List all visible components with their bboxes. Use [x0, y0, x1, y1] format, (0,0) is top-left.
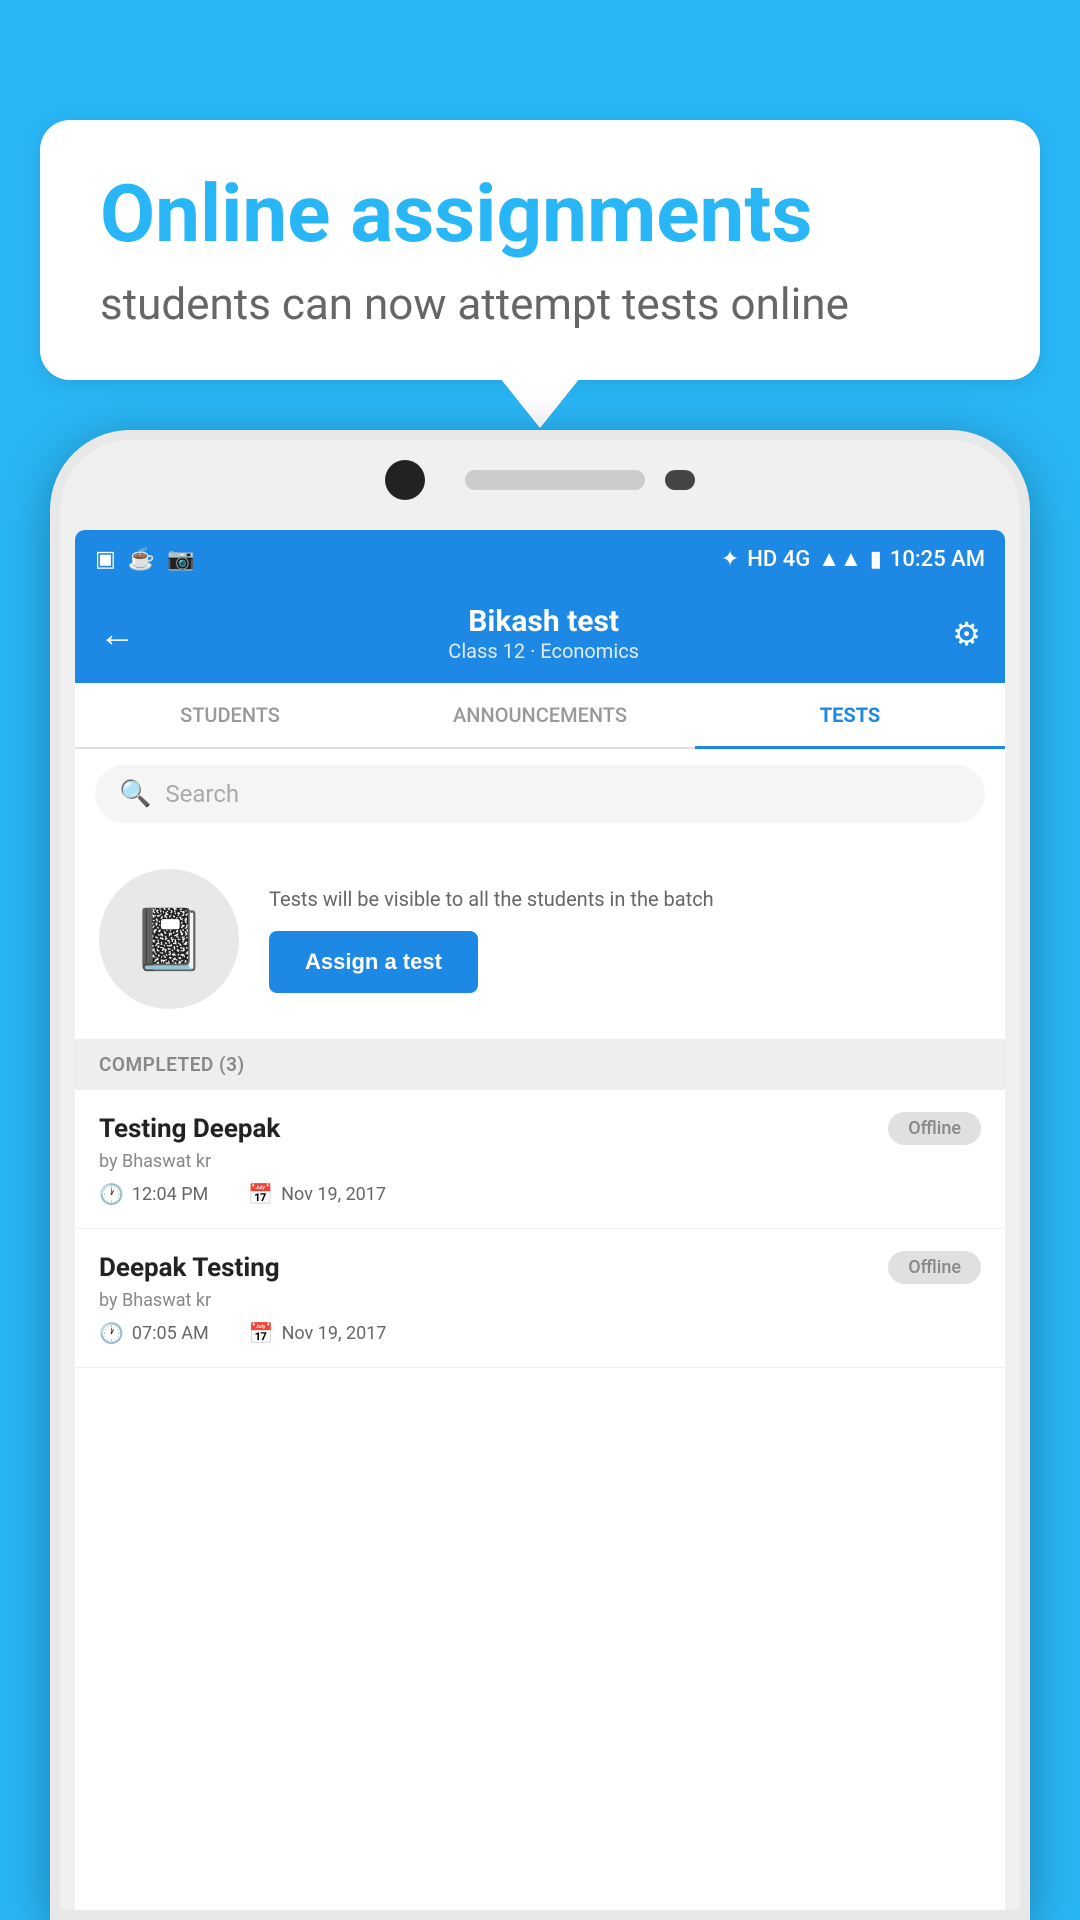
calendar-icon: 📅 — [248, 1182, 273, 1206]
whatsapp-icon: ☕ — [128, 547, 155, 572]
tab-tests[interactable]: TESTS — [695, 683, 1005, 747]
test-author: by Bhaswat kr — [99, 1151, 981, 1172]
assign-test-button[interactable]: Assign a test — [269, 931, 478, 993]
screen: ▣ ☕ 📷 ✦ HD 4G ▲▲ ▮ 10:25 AM ← Bikash tes… — [75, 530, 1005, 1910]
tab-students[interactable]: STUDENTS — [75, 683, 385, 747]
completed-section-header: COMPLETED (3) — [75, 1039, 1005, 1090]
test-item-top: Testing Deepak Offline — [99, 1112, 981, 1145]
signal-icon: ▲▲ — [818, 546, 862, 572]
app1-icon: ▣ — [95, 547, 116, 572]
test-name: Deepak Testing — [99, 1253, 280, 1283]
test-date: 📅 Nov 19, 2017 — [248, 1182, 386, 1206]
status-right: ✦ HD 4G ▲▲ ▮ 10:25 AM — [721, 546, 985, 572]
bubble-subtitle: students can now attempt tests online — [100, 278, 980, 330]
header-center: Bikash test Class 12 · Economics — [448, 604, 639, 663]
phone-speaker — [465, 470, 645, 490]
bubble-title: Online assignments — [100, 170, 980, 258]
phone-sensor — [665, 470, 695, 490]
search-bar: 🔍 Search — [75, 749, 1005, 839]
bluetooth-icon: ✦ — [721, 547, 739, 572]
test-item[interactable]: Testing Deepak Offline by Bhaswat kr 🕐 1… — [75, 1090, 1005, 1229]
clock-icon: 🕐 — [99, 1182, 124, 1206]
test-meta: 🕐 12:04 PM 📅 Nov 19, 2017 — [99, 1182, 981, 1206]
time-label: 10:25 AM — [890, 547, 985, 572]
test-time: 🕐 07:05 AM — [99, 1321, 209, 1345]
assign-icon-circle: 📓 — [99, 869, 239, 1009]
calendar-icon: 📅 — [249, 1321, 274, 1345]
assign-icon: 📓 — [132, 904, 207, 975]
phone-camera — [385, 460, 425, 500]
test-name: Testing Deepak — [99, 1114, 280, 1144]
speech-bubble: Online assignments students can now atte… — [40, 120, 1040, 380]
test-item-top: Deepak Testing Offline — [99, 1251, 981, 1284]
network-label: HD 4G — [747, 547, 810, 572]
tab-announcements[interactable]: ANNOUNCEMENTS — [385, 683, 695, 747]
phone-top — [60, 460, 1020, 500]
test-meta: 🕐 07:05 AM 📅 Nov 19, 2017 — [99, 1321, 981, 1345]
test-author: by Bhaswat kr — [99, 1290, 981, 1311]
test-badge: Offline — [888, 1251, 981, 1284]
status-left: ▣ ☕ 📷 — [95, 547, 195, 572]
status-bar: ▣ ☕ 📷 ✦ HD 4G ▲▲ ▮ 10:25 AM — [75, 530, 1005, 588]
assign-description: Tests will be visible to all the student… — [269, 885, 981, 913]
tab-bar: STUDENTS ANNOUNCEMENTS TESTS — [75, 683, 1005, 749]
assign-section: 📓 Tests will be visible to all the stude… — [75, 839, 1005, 1039]
battery-icon: ▮ — [870, 547, 882, 572]
clock-icon: 🕐 — [99, 1321, 124, 1345]
test-badge: Offline — [888, 1112, 981, 1145]
assign-right: Tests will be visible to all the student… — [269, 885, 981, 993]
back-button[interactable]: ← — [99, 613, 135, 655]
search-icon: 🔍 — [119, 779, 151, 809]
class-subtitle: Class 12 · Economics — [448, 639, 639, 663]
app-header: ← Bikash test Class 12 · Economics ⚙ — [75, 588, 1005, 683]
settings-icon[interactable]: ⚙ — [952, 615, 981, 653]
search-placeholder: Search — [165, 780, 239, 808]
phone-inner: ▣ ☕ 📷 ✦ HD 4G ▲▲ ▮ 10:25 AM ← Bikash tes… — [60, 440, 1020, 1910]
class-title: Bikash test — [448, 604, 639, 639]
gallery-icon: 📷 — [167, 547, 194, 572]
test-time: 🕐 12:04 PM — [99, 1182, 208, 1206]
search-input-wrap[interactable]: 🔍 Search — [95, 765, 985, 823]
test-item[interactable]: Deepak Testing Offline by Bhaswat kr 🕐 0… — [75, 1229, 1005, 1368]
phone-frame: ▣ ☕ 📷 ✦ HD 4G ▲▲ ▮ 10:25 AM ← Bikash tes… — [50, 430, 1030, 1920]
test-date: 📅 Nov 19, 2017 — [249, 1321, 387, 1345]
